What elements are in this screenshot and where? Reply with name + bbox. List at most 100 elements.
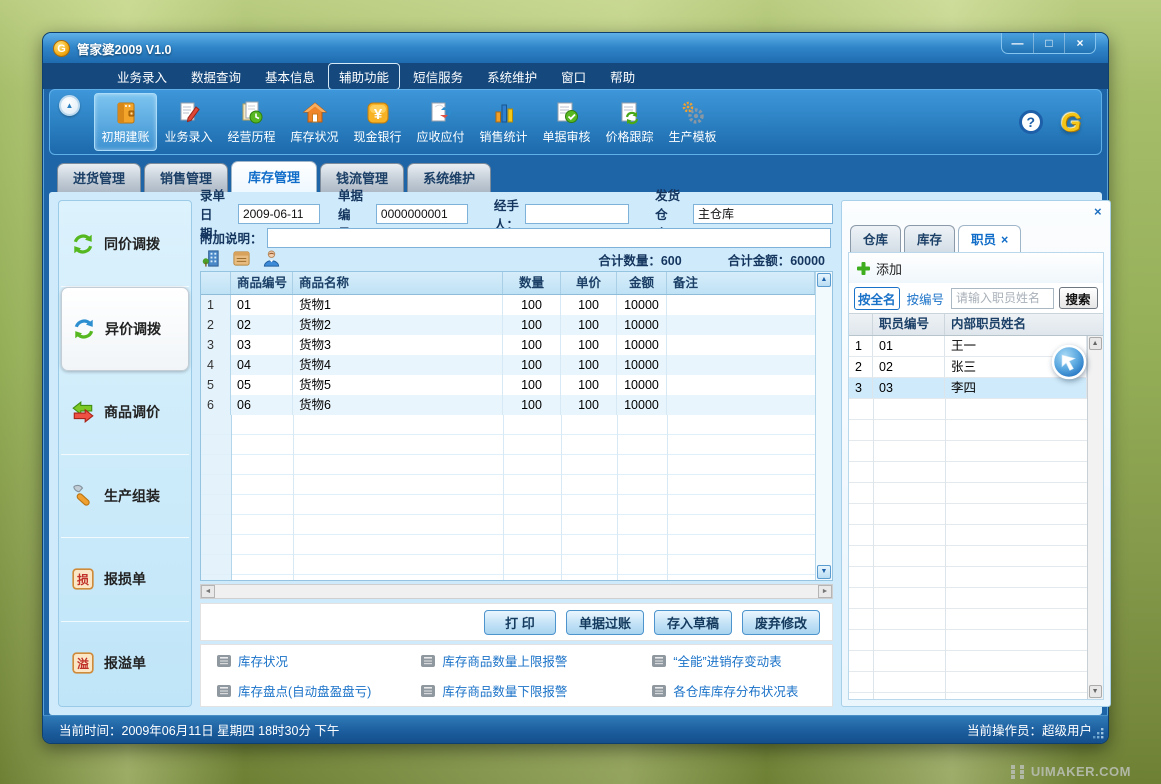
cell-amount: 10000 bbox=[617, 295, 667, 315]
watermark-text: UIMAKER.COM bbox=[1031, 764, 1131, 779]
cell-code: 01 bbox=[231, 295, 293, 315]
toolbar-item-sales-stats[interactable]: 销售统计 bbox=[472, 93, 535, 151]
scroll-up-icon[interactable]: ▲ bbox=[817, 273, 831, 287]
discard-changes-button[interactable]: 废弃修改 bbox=[742, 610, 820, 635]
sidebar-item-overflow-report[interactable]: 溢 报溢单 bbox=[61, 622, 189, 705]
filter-by-code[interactable]: 按编号 bbox=[905, 288, 947, 309]
doc-number-input[interactable] bbox=[376, 204, 468, 224]
warehouse-input[interactable] bbox=[693, 204, 833, 224]
toolbar-item-label: 应收应付 bbox=[416, 128, 464, 145]
scroll-down-icon[interactable]: ▼ bbox=[1089, 685, 1102, 698]
link-label: 库存商品数量下限报警 bbox=[442, 681, 567, 700]
cell-note bbox=[667, 335, 815, 355]
menu-basic-info[interactable]: 基本信息 bbox=[254, 63, 326, 90]
sidebar-item-production-assembly[interactable]: 生产组装 bbox=[61, 455, 189, 539]
toolbar-item-stock-status[interactable]: 库存状况 bbox=[283, 93, 346, 151]
tab-warehouse[interactable]: 仓库 bbox=[850, 225, 901, 252]
staff-panel-icon[interactable] bbox=[262, 249, 281, 271]
toolbar-item-doc-audit[interactable]: 单据审核 bbox=[535, 93, 598, 151]
cell-code: 06 bbox=[231, 395, 293, 415]
toolbar-item-business-entry[interactable]: 业务录入 bbox=[157, 93, 220, 151]
search-button[interactable]: 搜索 bbox=[1059, 287, 1098, 309]
table-row[interactable]: 101货物110010010000 bbox=[201, 295, 815, 315]
toolbar-item-receivable-payable[interactable]: 应收应付 bbox=[409, 93, 472, 151]
toolbar-item-production-template[interactable]: 生产模板 bbox=[661, 93, 724, 151]
toolbar-item-initial-setup[interactable]: 初期建账 bbox=[94, 93, 157, 151]
note-input[interactable] bbox=[267, 228, 831, 248]
scroll-down-icon[interactable]: ▼ bbox=[817, 565, 831, 579]
menu-data-query[interactable]: 数据查询 bbox=[180, 63, 252, 90]
filter-by-name[interactable]: 按全名 bbox=[854, 287, 900, 310]
handler-input[interactable] bbox=[525, 204, 629, 224]
save-draft-button[interactable]: 存入草稿 bbox=[654, 610, 732, 635]
staff-row-selected[interactable]: 303李四 bbox=[849, 378, 1087, 399]
menu-business-entry[interactable]: 业务录入 bbox=[106, 63, 178, 90]
toolbar-item-price-tracking[interactable]: 价格跟踪 bbox=[598, 93, 661, 151]
table-row[interactable]: 303货物310010010000 bbox=[201, 335, 815, 355]
menu-system-maintenance[interactable]: 系统维护 bbox=[476, 63, 548, 90]
content-area: 同价调拨 异价调拨 商品调价 生产组装 bbox=[49, 192, 1102, 715]
table-row[interactable]: 202货物210010010000 bbox=[201, 315, 815, 335]
table-row[interactable]: 404货物410010010000 bbox=[201, 355, 815, 375]
toolbar-item-cash-bank[interactable]: ¥ 现金银行 bbox=[346, 93, 409, 151]
resize-grip-icon[interactable] bbox=[1093, 728, 1104, 739]
stock-panel-icon[interactable] bbox=[232, 249, 251, 271]
scroll-right-icon[interactable]: ► bbox=[818, 585, 832, 598]
table-row[interactable]: 606货物610010010000 bbox=[201, 395, 815, 415]
add-button[interactable]: 添加 bbox=[876, 259, 902, 278]
scroll-up-icon[interactable]: ▲ bbox=[1089, 337, 1102, 350]
help-icon[interactable]: ? bbox=[1019, 110, 1043, 134]
panel-close-icon[interactable]: × bbox=[1094, 205, 1102, 218]
scroll-left-icon[interactable]: ◄ bbox=[201, 585, 215, 598]
menu-sms-service[interactable]: 短信服务 bbox=[402, 63, 474, 90]
app-window: G 管家婆2009 V1.0 — □ × 业务录入 数据查询 基本信息 辅助功能… bbox=[42, 32, 1109, 744]
link-stock-lower-alarm[interactable]: 库存商品数量下限报警 bbox=[421, 681, 652, 700]
date-input[interactable] bbox=[238, 204, 320, 224]
sync-green-icon bbox=[71, 232, 95, 256]
watermark: UIMAKER.COM bbox=[1011, 764, 1131, 779]
post-document-button[interactable]: 单据过账 bbox=[566, 610, 644, 635]
report-doc-icon bbox=[652, 685, 666, 697]
sidebar-item-label: 商品调价 bbox=[104, 402, 160, 422]
print-button[interactable]: 打 印 bbox=[484, 610, 556, 635]
link-stocktake[interactable]: 库存盘点(自动盘盈盘亏) bbox=[217, 681, 421, 700]
close-button[interactable]: × bbox=[1064, 33, 1095, 53]
menu-help[interactable]: 帮助 bbox=[599, 63, 646, 90]
cell-price: 100 bbox=[561, 395, 617, 415]
tab-inventory[interactable]: 库存管理 bbox=[231, 161, 317, 192]
tab-maintenance[interactable]: 系统维护 bbox=[407, 163, 491, 192]
tab-close-icon[interactable]: × bbox=[1001, 233, 1008, 247]
toolbar-item-business-history[interactable]: 经营历程 bbox=[220, 93, 283, 151]
tab-staff[interactable]: 职员× bbox=[958, 225, 1021, 252]
cell-qty: 100 bbox=[503, 335, 561, 355]
sidebar-item-loss-report[interactable]: 损 报损单 bbox=[61, 538, 189, 622]
table-vertical-scrollbar[interactable]: ▲ ▼ bbox=[815, 272, 832, 580]
cell-qty: 100 bbox=[503, 395, 561, 415]
sidebar: 同价调拨 异价调拨 商品调价 生产组装 bbox=[58, 200, 192, 707]
link-stock-upper-alarm[interactable]: 库存商品数量上限报警 bbox=[421, 651, 652, 670]
total-amount-value: 60000 bbox=[790, 254, 825, 268]
menu-window[interactable]: 窗口 bbox=[550, 63, 597, 90]
table-horizontal-scrollbar[interactable]: ◄ ► bbox=[200, 584, 833, 599]
sidebar-item-label: 报溢单 bbox=[104, 653, 146, 673]
link-warehouse-distribution[interactable]: 各仓库库存分布状况表 bbox=[652, 681, 830, 700]
sidebar-item-diff-price-transfer[interactable]: 异价调拨 bbox=[61, 287, 189, 372]
warehouse-panel-icon[interactable] bbox=[202, 249, 221, 271]
maximize-button[interactable]: □ bbox=[1033, 33, 1064, 53]
report-doc-icon bbox=[652, 655, 666, 667]
toolbar-item-label: 单据审核 bbox=[542, 128, 590, 145]
staff-vertical-scrollbar[interactable]: ▲ ▼ bbox=[1087, 336, 1103, 699]
menu-auxiliary[interactable]: 辅助功能 bbox=[328, 63, 400, 90]
link-allround-change-table[interactable]: “全能”进销存变动表 bbox=[652, 651, 830, 670]
tab-stock[interactable]: 库存 bbox=[904, 225, 955, 252]
tab-purchase[interactable]: 进货管理 bbox=[57, 163, 141, 192]
window-controls: — □ × bbox=[1001, 33, 1096, 54]
sidebar-item-price-adjust[interactable]: 商品调价 bbox=[61, 371, 189, 455]
staff-search-input[interactable] bbox=[951, 288, 1054, 309]
link-stock-status[interactable]: 库存状况 bbox=[217, 651, 421, 670]
toolbar-collapse-button[interactable]: ▲ bbox=[59, 95, 80, 116]
minimize-button[interactable]: — bbox=[1002, 33, 1033, 53]
cell-price: 100 bbox=[561, 335, 617, 355]
table-row[interactable]: 505货物510010010000 bbox=[201, 375, 815, 395]
sidebar-item-same-price-transfer[interactable]: 同价调拨 bbox=[61, 203, 189, 287]
